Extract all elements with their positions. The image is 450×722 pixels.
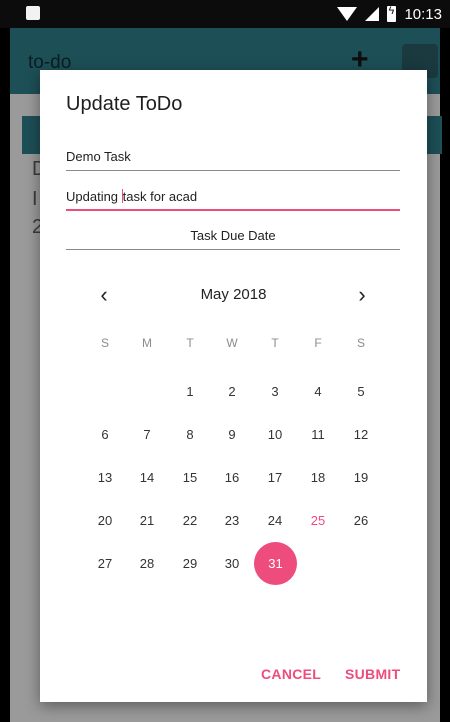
calendar-day[interactable]: 5 [347,384,375,399]
calendar-day[interactable]: 26 [347,513,375,528]
weekday-label: T [186,336,194,350]
sd-card-icon [26,6,40,20]
status-icons: 10:13 [337,4,442,24]
update-todo-dialog: Update ToDo Demo Task Updating task for … [40,70,427,702]
calendar-day[interactable]: 10 [261,427,289,442]
battery-charging-icon [387,5,397,22]
calendar-day[interactable]: 13 [91,470,119,485]
calendar-day[interactable]: 4 [304,384,332,399]
calendar-day[interactable]: 2 [218,384,246,399]
calendar-day[interactable]: 14 [133,470,161,485]
task-name-field[interactable]: Demo Task [66,142,400,171]
task-name-value: Demo Task [66,149,131,164]
calendar-day[interactable]: 15 [176,470,204,485]
signal-icon [365,7,380,21]
calendar-day[interactable]: 19 [347,470,375,485]
calendar-day[interactable]: 3 [261,384,289,399]
due-date-value: Task Due Date [190,228,276,243]
status-bar: 10:13 [0,0,450,28]
calendar-day[interactable]: 27 [91,556,119,571]
list-item-text: I [32,188,38,210]
weekday-label: S [356,336,365,350]
weekday-label: T [271,336,279,350]
calendar-day[interactable]: 21 [133,513,161,528]
calendar-day[interactable]: 11 [304,427,332,442]
calendar-day[interactable]: 30 [218,556,246,571]
calendar-day-today[interactable]: 25 [304,513,332,528]
description-text-after-caret: task for acad [122,189,198,204]
task-description-value: Updating task for acad [66,189,197,204]
calendar-day[interactable]: 1 [176,384,204,399]
weekday-label: M [142,336,152,350]
calendar-day[interactable]: 6 [91,427,119,442]
field-underline-focused [66,209,400,211]
due-date-field[interactable]: Task Due Date [66,221,400,250]
description-text-before-caret: Updating [66,189,122,204]
calendar-day[interactable]: 28 [133,556,161,571]
calendar-day[interactable]: 7 [133,427,161,442]
submit-button[interactable]: SUBMIT [345,666,400,682]
chevron-right-icon[interactable]: › [350,282,374,308]
field-underline [66,249,400,250]
weekday-label: F [314,336,322,350]
cancel-button[interactable]: CANCEL [261,666,321,682]
calendar-day[interactable]: 22 [176,513,204,528]
clock: 10:13 [404,5,442,23]
calendar-day[interactable]: 16 [218,470,246,485]
calendar-day-selected[interactable]: 31 [254,542,297,585]
field-underline [66,170,400,171]
add-icon[interactable]: + [351,45,369,75]
calendar-day[interactable]: 23 [218,513,246,528]
calendar-day[interactable]: 9 [218,427,246,442]
weekday-label: S [100,336,109,350]
weekday-label: W [226,336,238,350]
dialog-title: Update ToDo [66,93,183,115]
task-description-field[interactable]: Updating task for acad [66,182,400,211]
wifi-icon [337,7,358,21]
calendar-day[interactable]: 20 [91,513,119,528]
calendar-day[interactable]: 12 [347,427,375,442]
calendar-day[interactable]: 24 [261,513,289,528]
calendar-day[interactable]: 29 [176,556,204,571]
calendar-day[interactable]: 8 [176,427,204,442]
calendar-day[interactable]: 17 [261,470,289,485]
calendar-day[interactable]: 18 [304,470,332,485]
